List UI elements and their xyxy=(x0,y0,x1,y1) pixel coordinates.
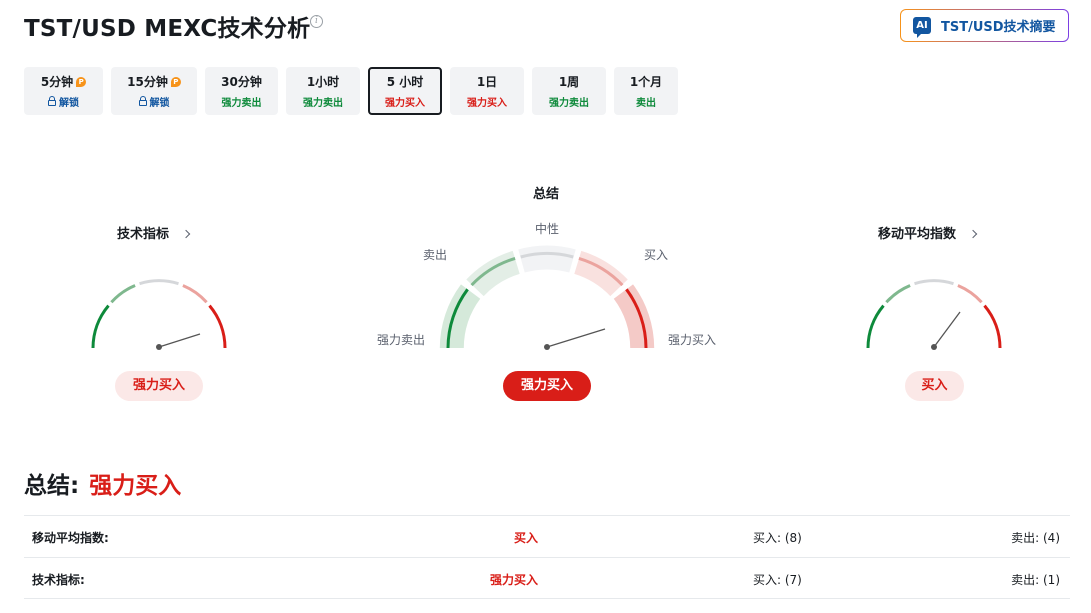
gauge-needle-pivot xyxy=(156,344,162,350)
tab-status: 强力卖出 xyxy=(221,98,262,109)
row-buy-count: 买入: (8) xyxy=(753,531,802,545)
tab-1week[interactable]: 1周 强力卖出 xyxy=(532,67,606,115)
technical-result-badge: 强力买入 xyxy=(115,371,203,401)
technical-gauge xyxy=(91,279,227,350)
summary-heading-value: 强力买入 xyxy=(89,473,182,499)
row-signal: 强力买入 xyxy=(489,573,539,587)
tab-5hour[interactable]: 5 小时 强力买入 xyxy=(368,67,442,115)
technical-indicators-title: 技术指标 xyxy=(117,227,170,242)
tab-status: 解锁 xyxy=(59,98,79,109)
row-sell-count: 卖出: (4) xyxy=(1011,531,1060,545)
tab-label: 5分钟 xyxy=(40,75,74,89)
tab-label: 1个月 xyxy=(629,75,663,89)
tab-status: 卖出 xyxy=(636,98,656,109)
summary-gauge xyxy=(439,245,655,350)
ai-summary-label: TST/USD技术摘要 xyxy=(941,20,1056,35)
summary-gauge-title: 总结 xyxy=(533,187,560,202)
moving-averages-title: 移动平均指数 xyxy=(878,227,957,242)
tab-status: 强力卖出 xyxy=(303,98,343,109)
summary-result-badge: 强力买入 xyxy=(503,371,591,401)
row-label: 移动平均指数: xyxy=(32,531,109,545)
gauge-needle xyxy=(933,311,961,348)
tab-label: 1日 xyxy=(476,75,498,89)
tab-label: 15分钟 xyxy=(127,75,168,89)
tab-1hour[interactable]: 1小时 强力卖出 xyxy=(286,67,360,115)
gauge-label-strong-buy: 强力买入 xyxy=(668,333,717,347)
summary-row-technical: 技术指标: 强力买入 买入: (7) 卖出: (1) xyxy=(24,557,1070,599)
pro-icon: P xyxy=(76,76,87,87)
gauge-label-strong-sell: 强力卖出 xyxy=(377,333,426,347)
gauge-needle-pivot xyxy=(544,344,550,350)
pro-icon: P xyxy=(170,76,181,87)
ai-summary-button[interactable]: AI TST/USD技术摘要 xyxy=(900,9,1069,42)
page-title: TST/USD MEXC技术分析 xyxy=(24,16,311,42)
tab-1month[interactable]: 1个月 卖出 xyxy=(614,67,678,115)
moving-averages-link[interactable]: 移动平均指数 xyxy=(878,223,978,242)
technical-indicators-link[interactable]: 技术指标 xyxy=(117,223,191,242)
row-sell-count: 卖出: (1) xyxy=(1011,573,1060,587)
row-signal: 买入 xyxy=(513,531,539,545)
tab-1day[interactable]: 1日 强力买入 xyxy=(450,67,524,115)
gauge-needle-pivot xyxy=(931,344,937,350)
tab-status: 解锁 xyxy=(149,98,170,109)
timeframe-tabs: 5分钟 P 解锁 15分钟 P 解锁 30分钟 强力卖出 1小时 强力卖出 5 小时… xyxy=(24,67,686,115)
chevron-right-icon xyxy=(968,229,978,239)
tab-status: 强力买入 xyxy=(385,98,425,109)
ai-icon: AI xyxy=(913,17,931,38)
tab-status: 强力买入 xyxy=(467,98,507,109)
gauge-needle xyxy=(546,328,606,348)
tab-label: 1周 xyxy=(558,75,580,89)
row-label: 技术指标: xyxy=(32,573,85,587)
gauge-label-neutral: 中性 xyxy=(535,222,560,236)
summary-heading-label: 总结: xyxy=(24,473,80,499)
moving-averages-result-badge: 买入 xyxy=(905,371,964,401)
moving-averages-gauge xyxy=(866,279,1002,350)
tab-30min[interactable]: 30分钟 强力卖出 xyxy=(205,67,278,115)
lock-icon xyxy=(48,95,56,106)
row-buy-count: 买入: (7) xyxy=(753,573,802,587)
chevron-right-icon xyxy=(181,229,191,239)
tab-label: 1小时 xyxy=(306,75,340,89)
tab-15min[interactable]: 15分钟 P 解锁 xyxy=(111,67,197,115)
summary-row-moving-averages: 移动平均指数: 买入 买入: (8) 卖出: (4) xyxy=(24,515,1070,557)
tab-label: 30分钟 xyxy=(221,75,262,89)
gauge-needle xyxy=(158,333,201,348)
tab-status: 强力卖出 xyxy=(549,98,589,109)
summary-heading: 总结: 强力买入 xyxy=(24,466,181,500)
tab-label: 5 小时 xyxy=(386,75,424,89)
info-icon[interactable]: i xyxy=(310,15,323,28)
lock-icon xyxy=(138,95,147,106)
tab-5min[interactable]: 5分钟 P 解锁 xyxy=(24,67,103,115)
